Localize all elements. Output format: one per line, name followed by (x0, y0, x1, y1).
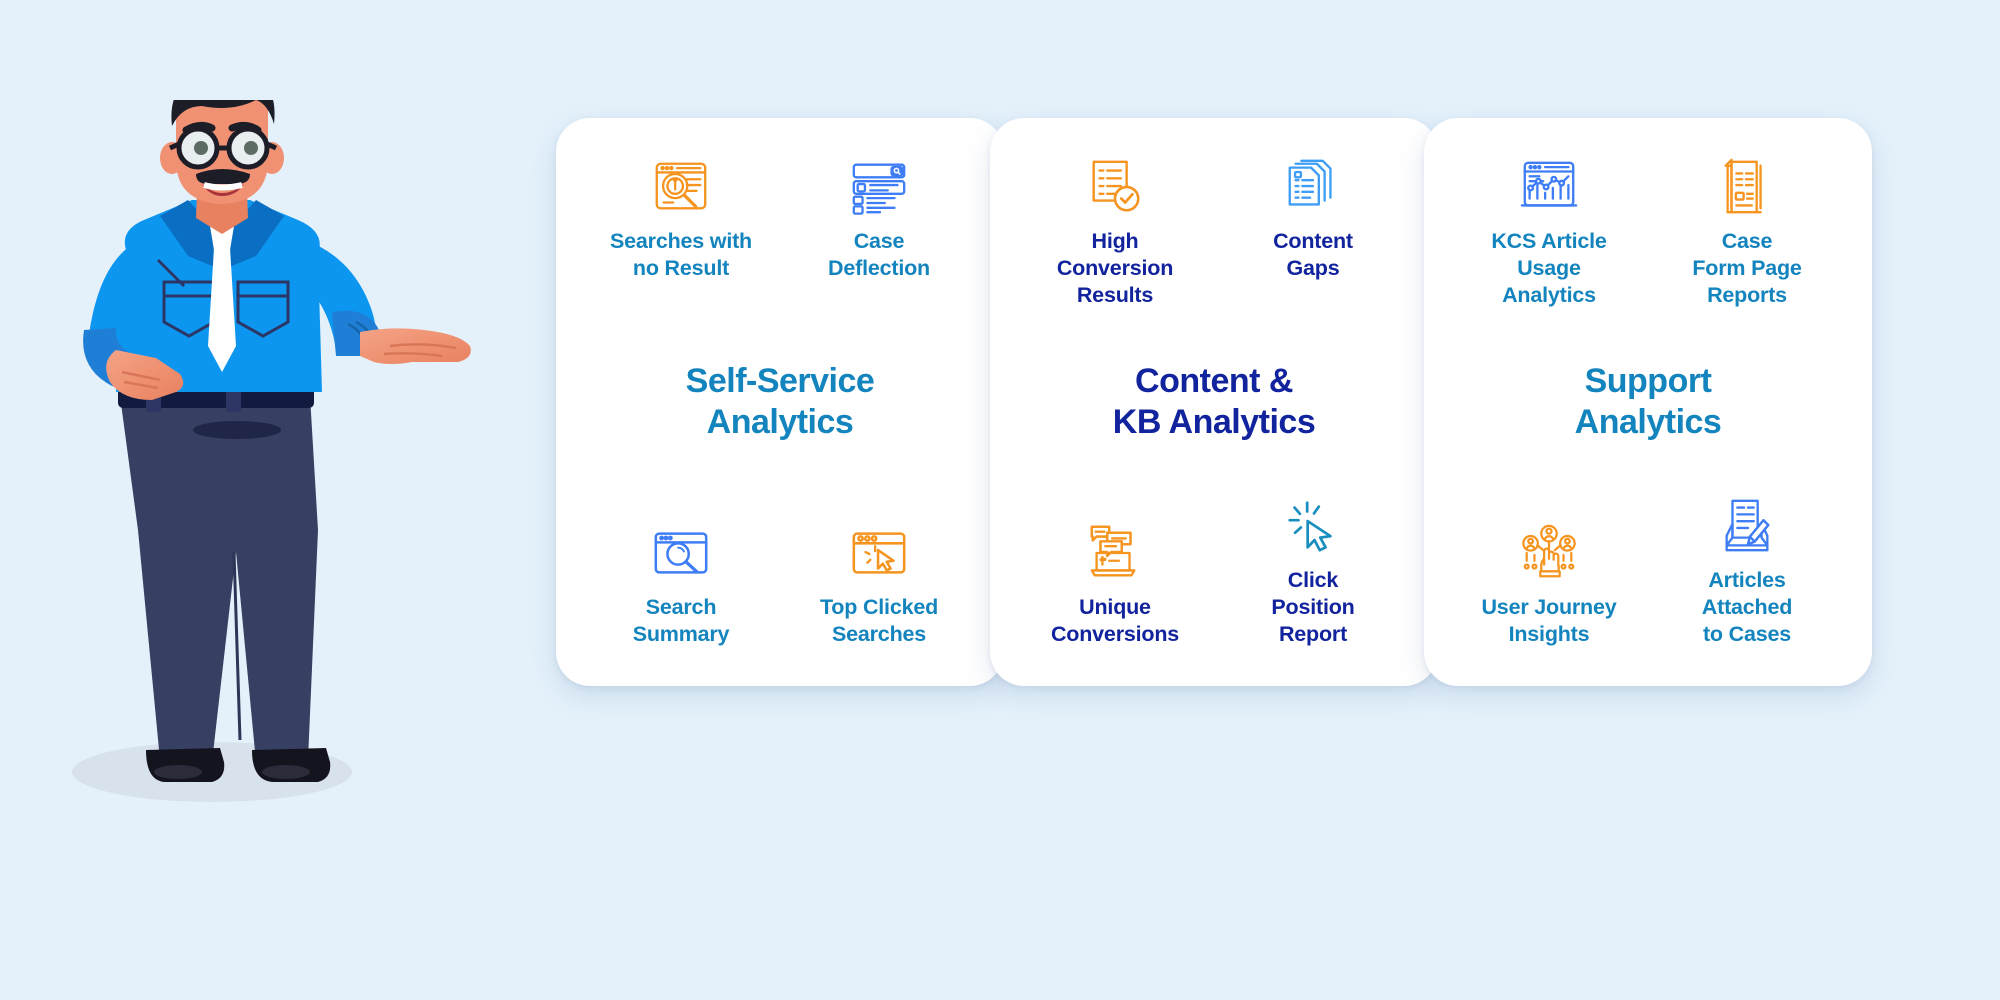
tile-label: Click Position Report (1271, 567, 1355, 646)
tile-kcs-article-usage-analytics[interactable]: KCS Article Usage Analytics (1457, 156, 1642, 309)
card-content-kb-analytics[interactable]: High Conversion Results Content Gaps Con… (990, 118, 1438, 686)
search-summary-icon (650, 522, 712, 584)
card-title: Self-Service Analytics (685, 362, 875, 441)
shoe-left-highlight (154, 765, 202, 779)
articles-attached-to-cases-icon (1716, 495, 1778, 557)
trouser-pocket (193, 421, 281, 439)
presenter-illustration (72, 100, 471, 802)
search-no-result-icon (650, 156, 712, 218)
tile-label: KCS Article Usage Analytics (1491, 229, 1607, 308)
tile-label: High Conversion Results (1056, 229, 1174, 308)
content-gaps-icon (1282, 156, 1344, 218)
top-clicked-searches-icon (848, 522, 910, 584)
card-bottom-row: Search Summary Top Clicked Searches (582, 522, 978, 654)
card-title: Content & KB Analytics (1112, 362, 1316, 441)
unique-conversions-icon (1084, 522, 1146, 584)
case-deflection-icon (848, 156, 910, 218)
tile-label: User Journey Insights (1481, 594, 1617, 646)
tile-label: Searches with no Result (610, 229, 752, 281)
tile-unique-conversions[interactable]: Unique Conversions (1023, 522, 1208, 648)
tile-user-journey-insights[interactable]: User Journey Insights (1457, 522, 1642, 648)
tile-articles-attached-to-cases[interactable]: Articles Attached to Cases (1655, 495, 1840, 648)
high-conversion-results-icon (1084, 156, 1146, 218)
card-bottom-row: Unique Conversions Click Position Report (1016, 495, 1412, 654)
tile-label: Articles Attached to Cases (1701, 567, 1793, 646)
tile-searches-with-no-result[interactable]: Searches with no Result (589, 156, 774, 282)
card-self-service-analytics[interactable]: Searches with no Result Case Deflection … (556, 118, 1004, 686)
tile-label: Case Deflection (828, 229, 930, 281)
user-journey-insights-icon (1518, 522, 1580, 584)
teeth (203, 182, 243, 191)
card-top-row: KCS Article Usage Analytics Case Form Pa… (1450, 150, 1846, 309)
card-support-analytics[interactable]: KCS Article Usage Analytics Case Form Pa… (1424, 118, 1872, 686)
card-top-row: High Conversion Results Content Gaps (1016, 150, 1412, 309)
eye-left (194, 141, 208, 155)
tile-search-summary[interactable]: Search Summary (589, 522, 774, 648)
tile-case-form-page-reports[interactable]: Case Form Page Reports (1655, 156, 1840, 309)
click-position-report-icon (1282, 495, 1344, 557)
tile-label: Unique Conversions (1050, 594, 1180, 646)
tile-label: Top Clicked Searches (819, 594, 939, 646)
tile-click-position-report[interactable]: Click Position Report (1221, 495, 1406, 648)
card-title: Support Analytics (1574, 362, 1722, 441)
shoe-right-highlight (262, 765, 310, 779)
tile-high-conversion-results[interactable]: High Conversion Results (1023, 156, 1208, 309)
tile-top-clicked-searches[interactable]: Top Clicked Searches (787, 522, 972, 648)
tile-label: Search Summary (632, 594, 730, 646)
tile-label: Content Gaps (1273, 229, 1353, 281)
tile-label: Case Form Page Reports (1692, 229, 1802, 308)
eye-right (244, 141, 258, 155)
hand-right-open (360, 328, 471, 364)
analytics-cards-deck: Searches with no Result Case Deflection … (556, 118, 1956, 690)
tile-case-deflection[interactable]: Case Deflection (787, 156, 972, 282)
card-top-row: Searches with no Result Case Deflection (582, 150, 978, 282)
trousers (120, 396, 318, 762)
kcs-article-usage-analytics-icon (1518, 156, 1580, 218)
tile-content-gaps[interactable]: Content Gaps (1221, 156, 1406, 282)
card-bottom-row: User Journey Insights Articles Attached … (1450, 495, 1846, 654)
case-form-page-reports-icon (1716, 156, 1778, 218)
